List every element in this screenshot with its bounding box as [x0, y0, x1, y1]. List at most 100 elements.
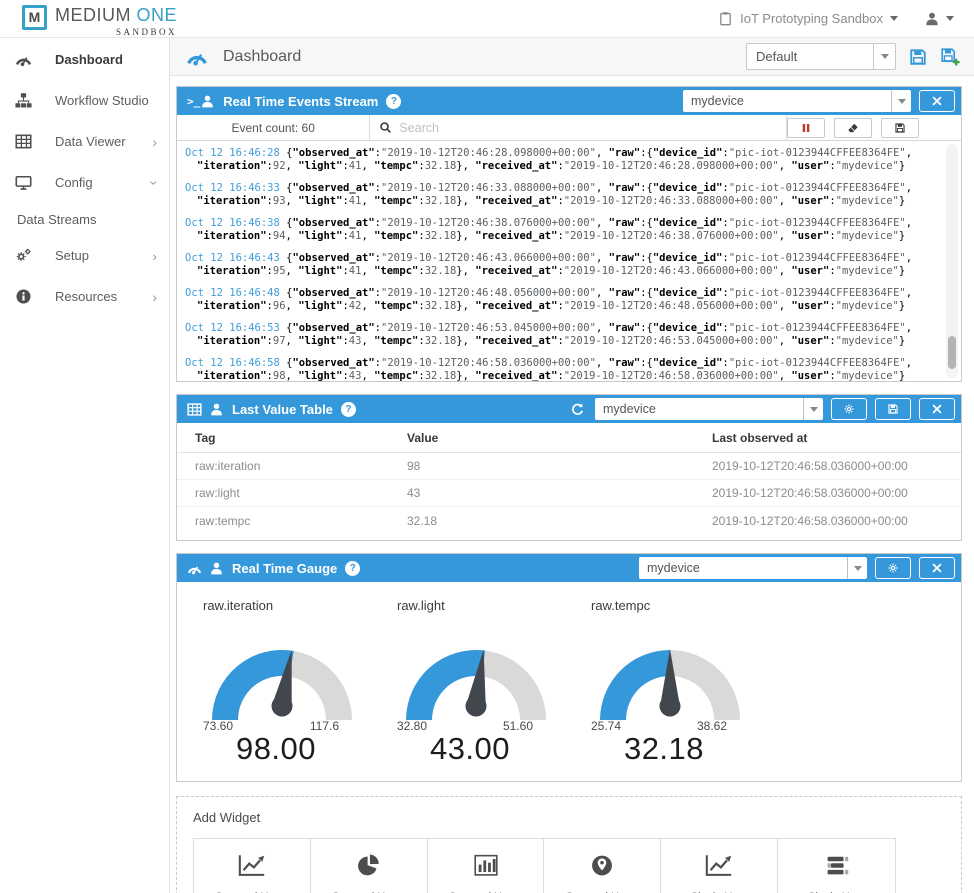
column-header-value: Value: [407, 431, 712, 445]
value-cell: 32.18: [407, 514, 712, 528]
line-chart-icon: [237, 852, 267, 879]
widget-single-user-line-chart[interactable]: Single User Line Chart: [661, 839, 778, 893]
last-value-close-button[interactable]: [919, 398, 955, 420]
value-cell: 98: [407, 459, 712, 473]
gears-icon: [15, 247, 32, 264]
help-icon[interactable]: ?: [341, 402, 356, 417]
log-scrollbar[interactable]: [946, 144, 958, 378]
widget-grid: Grouped Users Line Chart Grouped Users P…: [193, 838, 896, 893]
caret-down-icon: [891, 90, 911, 112]
log-timestamp: Oct 12 16:46:38: [185, 217, 280, 229]
sidebar: Dashboard Workflow Studio Data Viewer › …: [0, 38, 170, 893]
last-value-settings-button[interactable]: [831, 398, 867, 420]
last-value-panel: Last Value Table ? mydevice Tag Value La…: [176, 394, 962, 541]
log-scrollbar-thumb[interactable]: [948, 336, 956, 369]
gauge-raw-tempc: raw.tempc 25.74 38.62 32.18: [575, 594, 769, 767]
export-stream-button[interactable]: [881, 118, 919, 138]
pause-icon: [800, 122, 812, 134]
line-chart-icon: [704, 852, 734, 879]
chevron-icon: ›: [152, 135, 157, 149]
user-icon: [924, 11, 940, 27]
logo-medium-text: MEDIUM: [55, 5, 131, 25]
gauge-arc: [381, 623, 571, 727]
person-icon: [209, 402, 224, 417]
widget-line1: Single User: [780, 889, 893, 893]
widget-single-user-cross-filter-chart[interactable]: Single User Cross Filter Chart: [778, 839, 895, 893]
widget-line1: Grouped Users: [430, 889, 542, 893]
sidebar-item-workflow-studio[interactable]: Workflow Studio: [0, 80, 169, 121]
refresh-icon[interactable]: [570, 402, 585, 417]
widget-grouped-users-geopoint-chart[interactable]: Grouped Users GeoPoint Chart: [544, 839, 661, 893]
info-icon: [15, 288, 32, 305]
sidebar-item-data-streams[interactable]: Data Streams: [0, 203, 169, 235]
sidebar-item-data-viewer[interactable]: Data Viewer ›: [0, 121, 169, 162]
pause-stream-button[interactable]: [787, 118, 825, 138]
tag-cell: raw:iteration: [177, 459, 407, 473]
log-entry: Oct 12 16:46:28 {"observed_at":"2019-10-…: [185, 147, 935, 173]
clear-stream-button[interactable]: [834, 118, 872, 138]
bar-chart-icon: [471, 852, 501, 879]
gauge-device-select[interactable]: mydevice: [639, 557, 867, 579]
workspace-dropdown[interactable]: IoT Prototyping Sandbox: [718, 11, 898, 26]
gauge-raw-light: raw.light 32.80 51.60 43.00: [381, 594, 575, 767]
log-timestamp: Oct 12 16:46:48: [185, 287, 280, 299]
events-panel-title: Real Time Events Stream: [223, 94, 378, 109]
caret-down-icon: [847, 557, 867, 579]
search-icon: [379, 121, 392, 134]
device-value: mydevice: [683, 94, 891, 108]
help-icon[interactable]: ?: [386, 94, 401, 109]
log-timestamp: Oct 12 16:46:33: [185, 182, 280, 194]
dashboard-preset-select[interactable]: Default: [746, 43, 896, 70]
gauge-icon: [187, 561, 202, 576]
events-panel: >_ Real Time Events Stream ? mydevice Ev…: [176, 86, 962, 382]
gauge-icon: [15, 51, 32, 68]
caret-down-icon: [873, 44, 895, 69]
gauge-close-button[interactable]: [919, 557, 955, 579]
log-entry: Oct 12 16:46:58 {"observed_at":"2019-10-…: [185, 357, 935, 381]
search-box: [370, 115, 787, 140]
last-observed-cell: 2019-10-12T20:46:58.036000+00:00: [712, 459, 961, 473]
logo-sandbox-text: SANDBOX: [55, 27, 177, 37]
events-close-button[interactable]: [919, 90, 955, 112]
gauge-panel-title: Real Time Gauge: [232, 561, 337, 576]
help-icon[interactable]: ?: [345, 561, 360, 576]
event-log: Oct 12 16:46:28 {"observed_at":"2019-10-…: [177, 141, 961, 381]
app-root: M MEDIUM ONE SANDBOX IoT Prototyping San…: [0, 0, 974, 893]
events-panel-header: >_ Real Time Events Stream ? mydevice: [177, 87, 961, 115]
last-value-panel-header: Last Value Table ? mydevice: [177, 395, 961, 423]
log-entry: Oct 12 16:46:43 {"observed_at":"2019-10-…: [185, 252, 935, 278]
sidebar-nav: Dashboard Workflow Studio Data Viewer › …: [0, 39, 169, 317]
gauge-label: raw.tempc: [575, 594, 769, 623]
search-input[interactable]: [399, 121, 777, 135]
widget-grouped-users-bar-chart[interactable]: Grouped Users Bar Chart: [428, 839, 545, 893]
last-value-export-button[interactable]: [875, 398, 911, 420]
log-timestamp: Oct 12 16:46:58: [185, 357, 280, 369]
table-row: raw:tempc 32.18 2019-10-12T20:46:58.0360…: [177, 507, 961, 534]
sidebar-item-setup[interactable]: Setup ›: [0, 235, 169, 276]
workspace-name: IoT Prototyping Sandbox: [740, 11, 883, 26]
sitemap-icon: [15, 92, 32, 109]
last-value-device-select[interactable]: mydevice: [595, 398, 823, 420]
table-icon: [15, 133, 32, 150]
user-menu[interactable]: [924, 11, 954, 27]
widget-grouped-users-line-chart[interactable]: Grouped Users Line Chart: [194, 839, 311, 893]
close-icon: [931, 403, 943, 415]
events-device-select[interactable]: mydevice: [683, 90, 911, 112]
log-entry: Oct 12 16:46:53 {"observed_at":"2019-10-…: [185, 322, 935, 348]
table-header-row: Tag Value Last observed at: [177, 423, 961, 453]
sidebar-item-config[interactable]: Config ›: [0, 162, 169, 203]
widget-line1: Grouped Users: [546, 889, 658, 893]
save-dashboard-button[interactable]: [908, 47, 928, 67]
medium-one-logo: M MEDIUM ONE SANDBOX: [22, 1, 177, 37]
log-entry: Oct 12 16:46:33 {"observed_at":"2019-10-…: [185, 182, 935, 208]
dashboard-titlebar: Dashboard Default: [170, 38, 974, 76]
desktop-icon: [15, 174, 32, 191]
log-timestamp: Oct 12 16:46:28: [185, 147, 280, 159]
sidebar-item-resources[interactable]: Resources ›: [0, 276, 169, 317]
device-value: mydevice: [595, 402, 803, 416]
sidebar-item-dashboard[interactable]: Dashboard: [0, 39, 169, 80]
preset-value: Default: [747, 49, 873, 64]
widget-grouped-users-pie-chart[interactable]: Grouped Users Pie Chart: [311, 839, 428, 893]
gauge-settings-button[interactable]: [875, 557, 911, 579]
save-as-new-dashboard-button[interactable]: [940, 47, 960, 67]
